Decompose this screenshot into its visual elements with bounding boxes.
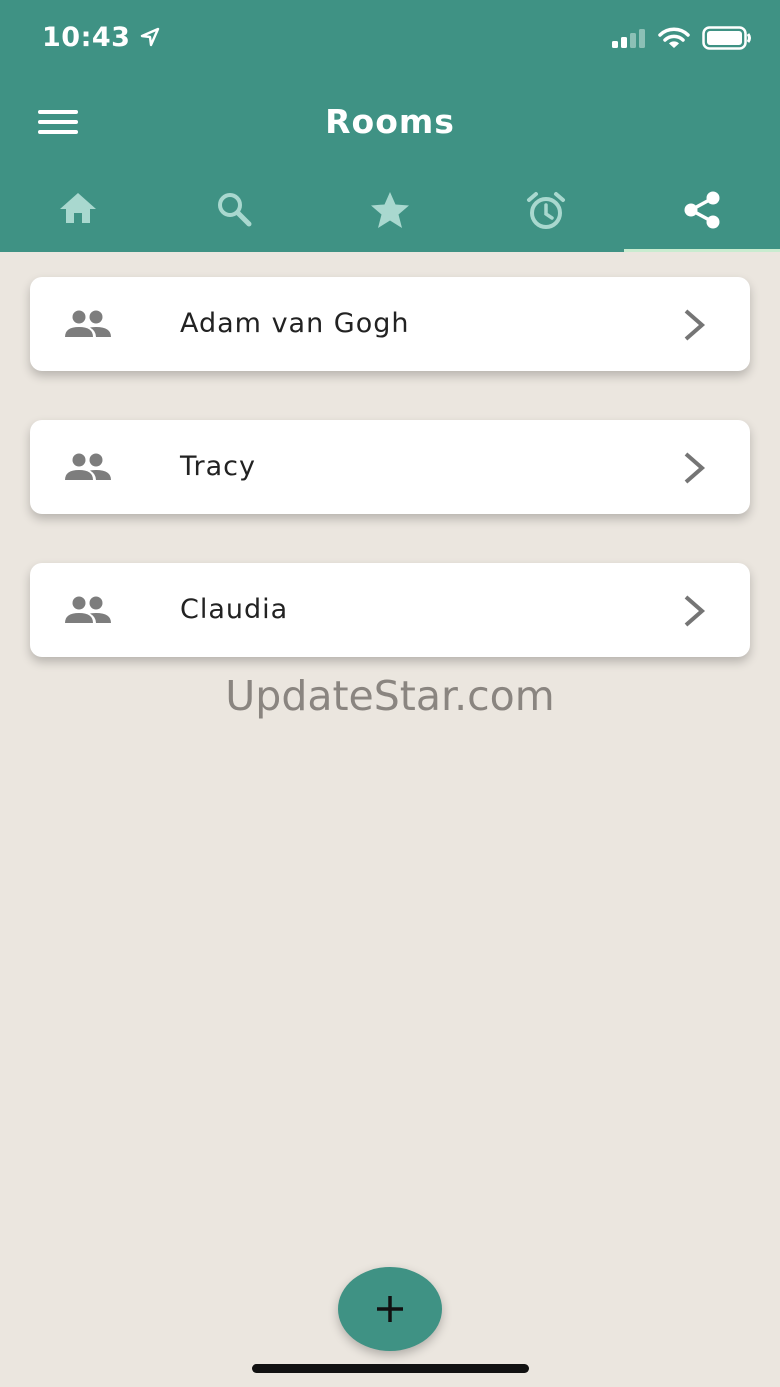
- share-icon: [684, 191, 720, 229]
- tab-bar: [0, 178, 780, 252]
- alarm-icon: [527, 192, 565, 229]
- search-icon: [218, 193, 252, 227]
- home-icon: [60, 193, 96, 223]
- chevron-right-icon: [684, 309, 706, 341]
- room-name: Claudia: [180, 594, 289, 625]
- status-icons: [612, 26, 752, 50]
- cellular-signal-icon: [612, 29, 645, 48]
- tab-favorites[interactable]: [312, 178, 468, 252]
- rooms-list: Adam van Gogh Tracy Claudia: [30, 277, 750, 706]
- watermark-text: UpdateStar.com: [225, 672, 555, 720]
- plus-icon: [377, 1296, 403, 1322]
- tab-share[interactable]: [624, 178, 780, 252]
- tab-search[interactable]: [156, 178, 312, 252]
- room-name: Adam van Gogh: [180, 308, 410, 339]
- battery-icon: [702, 26, 751, 50]
- people-icon: [65, 596, 111, 623]
- star-icon: [371, 192, 409, 228]
- tab-alarms[interactable]: [468, 178, 624, 252]
- room-card[interactable]: Tracy: [30, 420, 750, 514]
- chevron-right-icon: [684, 595, 706, 627]
- tab-home[interactable]: [0, 178, 156, 252]
- room-card[interactable]: Claudia: [30, 563, 750, 657]
- people-icon: [65, 453, 111, 480]
- wifi-icon: [658, 27, 690, 48]
- home-indicator[interactable]: [252, 1364, 529, 1373]
- page-title: Rooms: [325, 102, 455, 141]
- room-card[interactable]: Adam van Gogh: [30, 277, 750, 371]
- people-icon: [65, 310, 111, 337]
- chevron-right-icon: [684, 452, 706, 484]
- room-name: Tracy: [180, 451, 256, 482]
- add-room-button[interactable]: [338, 1267, 442, 1351]
- status-time: 10:43: [42, 22, 160, 53]
- location-arrow-icon: [141, 27, 160, 47]
- top-app-bar: 10:43 Rooms: [0, 0, 780, 252]
